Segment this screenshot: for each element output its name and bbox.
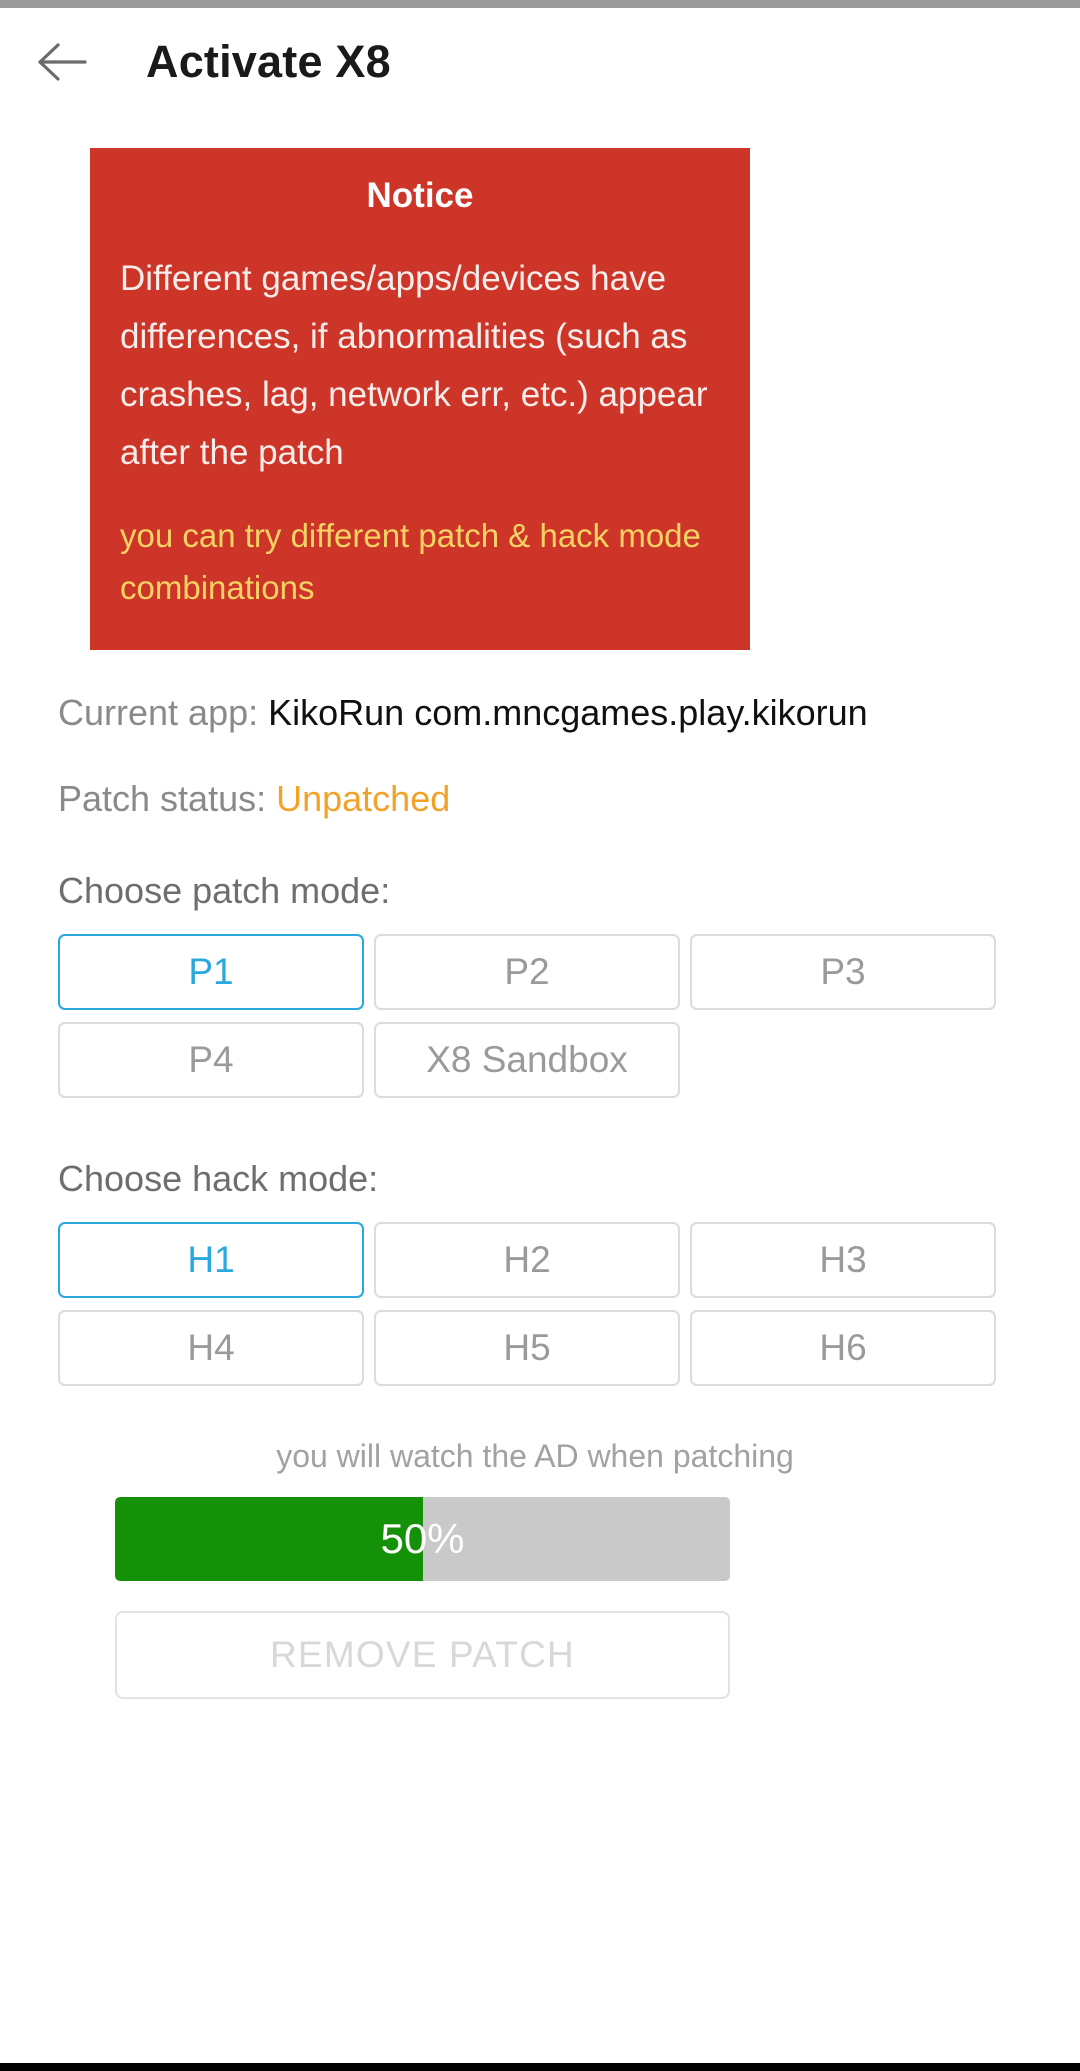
notice-title: Notice — [366, 176, 474, 215]
patch-status-row: Patch status: Unpatched — [58, 776, 1080, 822]
notice-highlight: you can try different patch & hack mode … — [120, 517, 701, 606]
hack-mode-option-h4[interactable]: H4 — [58, 1310, 364, 1386]
patch-mode-option-p2[interactable]: P2 — [374, 934, 680, 1010]
patch-mode-label: Choose patch mode: — [58, 870, 391, 911]
patch-mode-option-x8-sandbox[interactable]: X8 Sandbox — [374, 1022, 680, 1098]
patch-status-value: Unpatched — [276, 778, 451, 819]
current-app-value: KikoRun com.mncgames.play.kikorun — [268, 692, 868, 733]
hack-mode-grid: H1 H2 H3 H4 H5 H6 — [58, 1222, 1022, 1398]
patch-mode-option-p1[interactable]: P1 — [58, 934, 364, 1010]
content-area: Notice Different games/apps/devices have… — [0, 116, 1080, 1699]
patch-mode-grid: P1 P2 P3 P4 X8 Sandbox — [58, 934, 1022, 1110]
remove-patch-button[interactable]: REMOVE PATCH — [115, 1611, 730, 1699]
patch-mode-option-p4[interactable]: P4 — [58, 1022, 364, 1098]
app-bar: Activate X8 — [0, 8, 1080, 116]
patch-mode-option-p3[interactable]: P3 — [690, 934, 996, 1010]
notice-banner: Notice Different games/apps/devices have… — [90, 148, 750, 650]
notice-body: Different games/apps/devices have differ… — [120, 259, 708, 472]
hack-mode-option-h6[interactable]: H6 — [690, 1310, 996, 1386]
current-app-label: Current app: — [58, 692, 269, 733]
hack-mode-option-h3[interactable]: H3 — [690, 1222, 996, 1298]
system-navigation-bar — [0, 2063, 1080, 2071]
hack-mode-option-h5[interactable]: H5 — [374, 1310, 680, 1386]
current-app-row: Current app: KikoRun com.mncgames.play.k… — [58, 690, 1080, 736]
back-arrow-icon — [36, 40, 88, 84]
hack-mode-label: Choose hack mode: — [58, 1158, 379, 1199]
page-title: Activate X8 — [146, 36, 391, 87]
back-button[interactable] — [14, 14, 110, 110]
hack-mode-option-h1[interactable]: H1 — [58, 1222, 364, 1298]
status-bar — [0, 0, 1080, 8]
patch-progress-bar[interactable]: 50% — [115, 1497, 730, 1581]
patch-status-label: Patch status: — [58, 778, 277, 819]
hack-mode-option-h2[interactable]: H2 — [374, 1222, 680, 1298]
progress-percent-label: 50% — [380, 1515, 465, 1562]
ad-note: you will watch the AD when patching — [276, 1438, 794, 1474]
